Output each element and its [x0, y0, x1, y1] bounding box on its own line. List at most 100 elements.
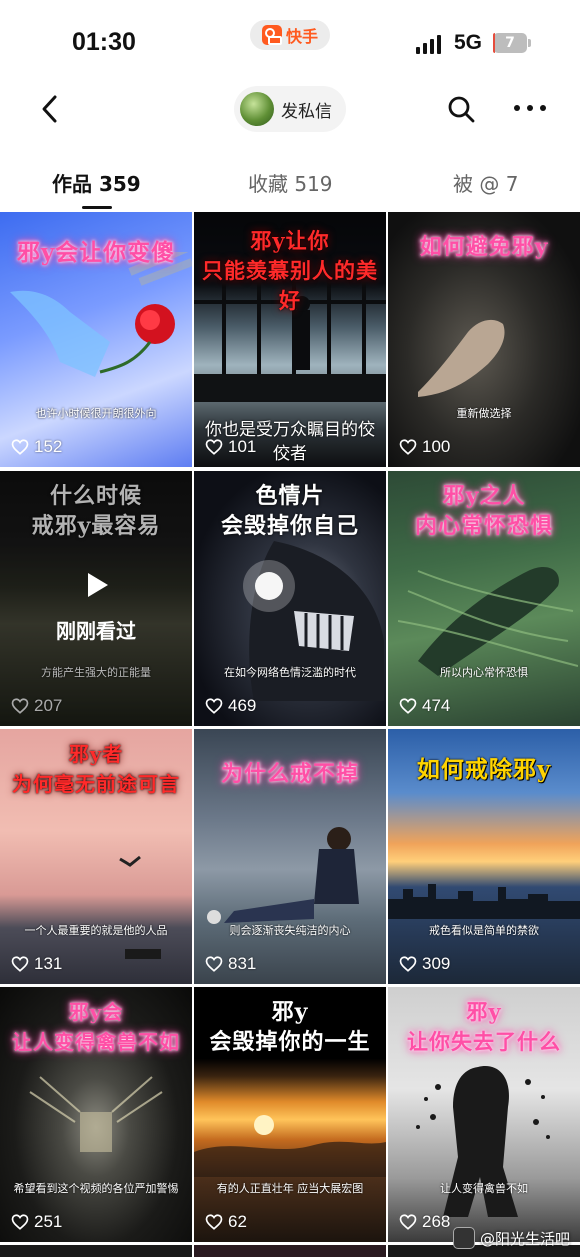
send-message-button[interactable]: 发私信: [234, 86, 346, 132]
tangled-figure-image: [398, 566, 578, 676]
profile-tabs: 作品 359 收藏 519 被 @ 7: [0, 160, 580, 209]
video-title: 什么时候 戒邪y最容易: [31, 483, 161, 539]
like-count: 152: [11, 437, 62, 457]
video-tile[interactable]: 邪y会让你变傻 也许小时候很开朗很外向 152: [0, 212, 192, 467]
city-skyline-image: [388, 884, 580, 919]
video-title: 邪y 让你失去了什么: [407, 999, 561, 1054]
battery-percent: 7: [505, 35, 515, 51]
heart-icon: [399, 439, 417, 455]
like-count: 62: [205, 1212, 247, 1232]
video-caption: 让人变得禽兽不如: [440, 1182, 528, 1195]
chevron-left-icon[interactable]: [36, 94, 66, 124]
signal-icon: [416, 34, 441, 54]
video-caption: 在如今网络色情泛滥的时代: [224, 666, 356, 679]
like-count: 309: [399, 954, 450, 974]
tab-favorites[interactable]: 收藏 519: [248, 168, 333, 197]
like-count: 831: [205, 954, 256, 974]
heart-icon: [399, 1214, 417, 1230]
like-count-value: 131: [34, 954, 63, 973]
search-icon[interactable]: [447, 95, 475, 123]
more-horizontal-icon[interactable]: [512, 98, 548, 118]
send-message-label: 发私信: [281, 101, 332, 122]
like-count-value: 268: [422, 1212, 451, 1231]
heart-icon: [11, 956, 29, 972]
watched-label: 刚刚看过: [56, 619, 136, 643]
watched-indicator: 刚刚看过: [0, 569, 192, 644]
video-caption: 有的人正直壮年 应当大展宏图: [216, 1182, 364, 1195]
heart-icon: [399, 698, 417, 714]
like-count: 469: [205, 696, 256, 716]
disintegrating-figure-image: [416, 1066, 550, 1217]
status-bar: 01:30 快手 5G 7: [0, 0, 580, 80]
tab-works[interactable]: 作品 359: [52, 168, 141, 197]
video-tile[interactable]: 色情片 会毁掉你自己 在如今网络色情泛滥的时代 469: [194, 471, 386, 726]
video-tile[interactable]: 邪y让你 只能羡慕别人的美好 你也是受万众瞩目的佼 佼者 101: [194, 212, 386, 467]
play-icon[interactable]: [80, 569, 112, 601]
video-tile[interactable]: 如何戒除邪y 戒色看似是简单的禁欲 309: [388, 729, 580, 984]
video-tile[interactable]: 邪y 会毁掉你的一生 有的人正直壮年 应当大展宏图 62: [194, 987, 386, 1242]
heart-icon: [205, 1214, 223, 1230]
tab-mentions[interactable]: 被 @ 7: [453, 168, 518, 197]
video-caption: 则会逐渐丧失纯洁的内心: [229, 924, 351, 937]
platform-logo-icon: [452, 1227, 475, 1249]
video-tile[interactable]: 如何避免邪y 重新做选择 100: [388, 212, 580, 467]
battery-tip: [528, 39, 531, 47]
heart-icon: [11, 1214, 29, 1230]
battery-icon: 7: [493, 33, 527, 53]
network-type: 5G: [454, 31, 483, 54]
like-count: 251: [11, 1212, 62, 1232]
app-name: 快手: [285, 27, 318, 46]
like-count: 100: [399, 437, 450, 457]
heart-icon: [205, 698, 223, 714]
status-time: 01:30: [72, 28, 136, 56]
video-title: 邪y之人 内心常怀恐惧: [414, 483, 553, 539]
video-caption: 所以内心常怀恐惧: [440, 666, 528, 679]
heart-icon: [11, 439, 29, 455]
video-caption: 方能产生强大的正能量: [41, 666, 151, 679]
like-count-value: 469: [228, 696, 257, 715]
man-in-sea-image: [207, 827, 359, 924]
like-count: 101: [205, 437, 256, 457]
battery-level: [493, 33, 496, 53]
corridor-image: [29, 1076, 163, 1152]
hand-image: [418, 319, 505, 397]
sunset-clouds-image: [194, 1115, 386, 1177]
video-title: 如何戒除邪y: [416, 756, 552, 783]
video-caption: 也许小时候很开朗很外向: [35, 407, 157, 420]
video-title: 为什么戒不掉: [220, 761, 359, 787]
video-title: 邪y 会毁掉你的一生: [209, 999, 371, 1055]
video-tile[interactable]: 什么时候 戒邪y最容易 刚刚看过 方能产生强大的正能量 207: [0, 471, 192, 726]
like-count: 131: [11, 954, 62, 974]
video-grid: 邪y会让你变傻 也许小时候很开朗很外向 152 邪y让你 只能羡慕别人的美好 你…: [0, 212, 580, 1257]
glass-hand-rose-image: [10, 252, 192, 377]
video-title: 邪y者 为何毫无前途可言: [12, 742, 180, 796]
like-count-value: 100: [422, 437, 451, 456]
video-caption: 一个人最重要的就是他的人品: [24, 924, 168, 937]
video-tile[interactable]: 邪y之人 内心常怀恐惧 所以内心常怀恐惧 474: [388, 471, 580, 726]
video-tile[interactable]: 邪y 让你失去了什么 让人变得禽兽不如 268: [388, 987, 580, 1242]
like-count-value: 152: [34, 437, 63, 456]
video-tile-partial[interactable]: [194, 1245, 386, 1257]
heart-icon: [205, 956, 223, 972]
video-caption: 希望看到这个视频的各位严加警惕: [13, 1182, 179, 1195]
heart-icon: [205, 439, 223, 455]
video-tile-partial[interactable]: [0, 1245, 192, 1257]
video-title: 邪y会让你变傻: [16, 239, 176, 266]
like-count-value: 474: [422, 696, 451, 715]
video-title: 色情片 会毁掉你自己: [220, 483, 359, 539]
like-count: 474: [399, 696, 450, 716]
video-caption: 戒色看似是简单的禁欲: [429, 924, 539, 937]
like-count: 207: [11, 696, 62, 716]
video-title: 邪y会 让人变得禽兽不如: [12, 1000, 180, 1054]
video-caption: 重新做选择: [456, 407, 512, 420]
video-tile[interactable]: 邪y者 为何毫无前途可言 一个人最重要的就是他的人品 131: [0, 729, 192, 984]
kuaishou-logo-icon: [261, 25, 282, 45]
video-tile[interactable]: 为什么戒不掉 则会逐渐丧失纯洁的内心 831: [194, 729, 386, 984]
like-count-value: 62: [228, 1212, 247, 1231]
app-indicator[interactable]: 快手: [250, 20, 330, 50]
video-title: 邪y让你 只能羡慕别人的美好: [202, 228, 378, 313]
active-tab-indicator: [82, 206, 112, 209]
video-tile[interactable]: 邪y会 让人变得禽兽不如 希望看到这个视频的各位严加警惕 251: [0, 987, 192, 1242]
avatar: [240, 92, 274, 126]
like-count-value: 309: [422, 954, 451, 973]
